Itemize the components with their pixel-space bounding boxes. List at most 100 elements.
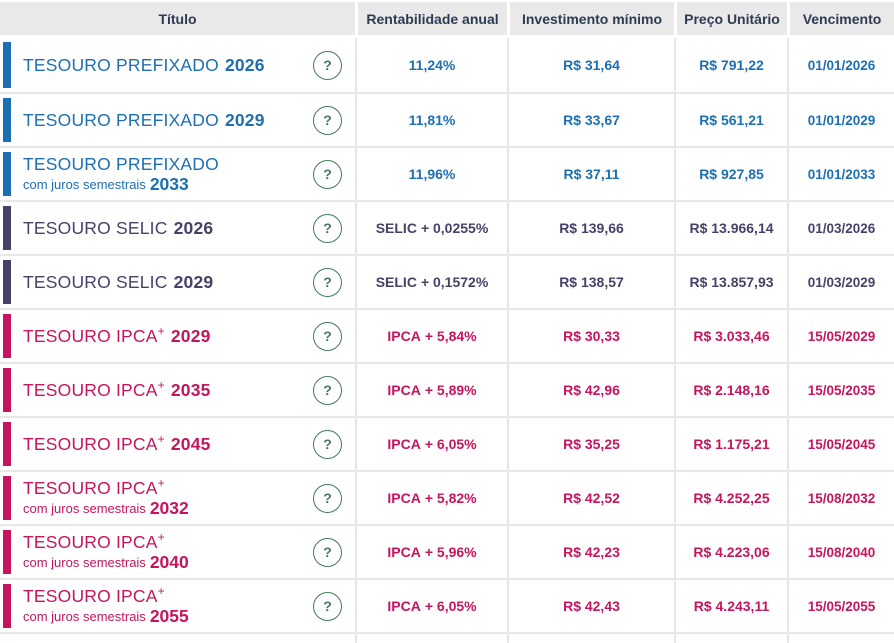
unit-price-cell: R$ 13.966,14 bbox=[674, 202, 787, 254]
annual-rate-cell: 11,96% bbox=[355, 148, 507, 200]
unit-price-cell: R$ 3.033,46 bbox=[674, 310, 787, 362]
bond-title-line2: com juros semestrais 2055 bbox=[23, 607, 303, 626]
help-icon[interactable]: ? bbox=[313, 483, 342, 513]
min-investment-cell: R$ 42,96 bbox=[507, 364, 674, 416]
unit-price-cell: R$ 4.223,06 bbox=[674, 526, 787, 578]
bond-year-line2: 2055 bbox=[149, 606, 189, 626]
help-icon[interactable]: ? bbox=[313, 375, 342, 405]
bond-title-text: TESOURO PREFIXADO 2029 bbox=[23, 110, 303, 131]
question-mark-glyph: ? bbox=[323, 274, 332, 290]
min-investment-cell: R$ 31,64 bbox=[507, 38, 674, 92]
min-investment-cell: R$ 30,33 bbox=[507, 310, 674, 362]
cell-maturity-partial bbox=[787, 634, 894, 643]
maturity-value: 01/01/2026 bbox=[807, 57, 876, 73]
bond-title-text: TESOURO SELIC 2029 bbox=[23, 272, 303, 293]
bond-subtitle: com juros semestrais bbox=[23, 555, 146, 570]
bond-title-line1: TESOURO IPCA+ bbox=[23, 531, 303, 553]
question-mark-glyph: ? bbox=[323, 112, 332, 128]
bond-price-table: Título Rentabilidade anual Investimento … bbox=[0, 0, 894, 643]
annual-rate-cell: IPCA + 5,84% bbox=[355, 310, 507, 362]
help-icon[interactable]: ? bbox=[313, 105, 342, 135]
table-row[interactable]: TESOURO IPCA+ 2035 ? IPCA + 5,89% R$ 42,96… bbox=[0, 362, 894, 416]
bond-name: TESOURO PREFIXADO bbox=[23, 109, 219, 130]
question-mark-glyph: ? bbox=[323, 490, 332, 506]
bond-title-line1: TESOURO PREFIXADO 2026 bbox=[23, 55, 303, 76]
table-row[interactable]: TESOURO SELIC 2029 ? SELIC + 0,1572% R$ 13… bbox=[0, 254, 894, 308]
maturity-cell: 15/08/2032 bbox=[787, 472, 894, 524]
bond-name: TESOURO IPCA bbox=[23, 433, 158, 454]
bond-plus-superscript: + bbox=[157, 323, 165, 338]
unit-price-value: R$ 3.033,46 bbox=[693, 328, 770, 344]
table-row[interactable]: TESOURO SELIC 2026 ? SELIC + 0,0255% R$ 13… bbox=[0, 200, 894, 254]
bond-title-text: TESOURO IPCA+ 2045 bbox=[23, 431, 303, 455]
maturity-cell: 15/05/2045 bbox=[787, 418, 894, 470]
question-mark-glyph: ? bbox=[323, 544, 332, 560]
rate-prefix: IPCA bbox=[387, 490, 421, 506]
table-row[interactable]: TESOURO PREFIXADO 2029 ? 11,81% R$ 33,67 … bbox=[0, 92, 894, 146]
bond-color-bar bbox=[3, 584, 11, 628]
bond-subtitle: com juros semestrais bbox=[23, 501, 146, 516]
cell-price-partial bbox=[674, 634, 787, 643]
help-icon[interactable]: ? bbox=[313, 321, 342, 351]
bond-title-cell: TESOURO IPCA+ 2035 ? bbox=[0, 364, 355, 416]
help-icon[interactable]: ? bbox=[313, 429, 342, 459]
min-investment-value: R$ 42,96 bbox=[563, 382, 620, 398]
col-header-titulo: Título bbox=[0, 2, 355, 35]
bond-title-cell: TESOURO PREFIXADO 2029 ? bbox=[0, 94, 355, 146]
maturity-cell: 15/05/2035 bbox=[787, 364, 894, 416]
help-icon[interactable]: ? bbox=[313, 591, 342, 621]
bond-title-cell: TESOURO IPCA+ 2029 ? bbox=[0, 310, 355, 362]
rate-prefix: IPCA bbox=[387, 382, 421, 398]
min-investment-cell: R$ 35,25 bbox=[507, 418, 674, 470]
annual-rate-cell: 11,81% bbox=[355, 94, 507, 146]
bond-color-bar bbox=[3, 368, 11, 412]
bond-title-cell: TESOURO IPCA+ com juros semestrais 2032 ? bbox=[0, 472, 355, 524]
table-row[interactable]: TESOURO IPCA+ 2045 ? IPCA + 6,05% R$ 35,25… bbox=[0, 416, 894, 470]
annual-rate-cell: SELIC + 0,1572% bbox=[355, 256, 507, 308]
table-row[interactable]: TESOURO IPCA+ com juros semestrais 2032 ?… bbox=[0, 470, 894, 524]
col-header-rentabilidade: Rentabilidade anual bbox=[355, 2, 507, 35]
unit-price-cell: R$ 2.148,16 bbox=[674, 364, 787, 416]
cell-title-partial bbox=[0, 634, 355, 643]
help-icon[interactable]: ? bbox=[313, 159, 342, 189]
min-investment-value: R$ 31,64 bbox=[563, 57, 620, 73]
annual-rate-cell: IPCA + 6,05% bbox=[355, 580, 507, 632]
min-investment-value: R$ 42,23 bbox=[563, 544, 620, 560]
min-investment-value: R$ 37,11 bbox=[563, 166, 620, 182]
bond-title-text: TESOURO PREFIXADO 2026 bbox=[23, 55, 303, 76]
bond-year-line1: 2026 bbox=[224, 54, 265, 75]
table-row[interactable]: TESOURO PREFIXADO com juros semestrais 20… bbox=[0, 146, 894, 200]
bond-title-text: TESOURO SELIC 2026 bbox=[23, 218, 303, 239]
bond-title-text: TESOURO IPCA+ com juros semestrais 2055 bbox=[23, 585, 303, 626]
bond-subtitle: com juros semestrais bbox=[23, 177, 146, 192]
bond-color-bar bbox=[3, 422, 11, 466]
help-icon[interactable]: ? bbox=[313, 50, 342, 80]
help-icon[interactable]: ? bbox=[313, 537, 342, 567]
help-icon[interactable]: ? bbox=[313, 213, 342, 243]
table-row[interactable]: TESOURO IPCA+ com juros semestrais 2040 ?… bbox=[0, 524, 894, 578]
question-mark-glyph: ? bbox=[323, 598, 332, 614]
table-row[interactable]: TESOURO IPCA+ 2029 ? IPCA + 5,84% R$ 30,33… bbox=[0, 308, 894, 362]
help-icon[interactable]: ? bbox=[313, 267, 342, 297]
table-row[interactable]: TESOURO IPCA+ com juros semestrais 2055 ?… bbox=[0, 578, 894, 632]
bond-year-line2: 2040 bbox=[149, 552, 189, 572]
bond-title-cell: TESOURO PREFIXADO com juros semestrais 20… bbox=[0, 148, 355, 200]
question-mark-glyph: ? bbox=[323, 166, 332, 182]
table-row[interactable]: TESOURO PREFIXADO 2026 ? 11,24% R$ 31,64 … bbox=[0, 38, 894, 92]
rate-value: + 5,84% bbox=[424, 328, 477, 344]
maturity-value: 01/01/2033 bbox=[807, 166, 876, 182]
maturity-value: 15/05/2035 bbox=[807, 382, 876, 398]
min-investment-value: R$ 35,25 bbox=[563, 436, 620, 452]
unit-price-value: R$ 2.148,16 bbox=[693, 382, 770, 398]
unit-price-cell: R$ 1.175,21 bbox=[674, 418, 787, 470]
bond-name: TESOURO SELIC bbox=[23, 217, 168, 238]
bond-subtitle: com juros semestrais bbox=[23, 609, 146, 624]
bond-plus-superscript: + bbox=[157, 431, 165, 446]
rate-prefix: IPCA bbox=[387, 436, 421, 452]
question-mark-glyph: ? bbox=[323, 436, 332, 452]
bond-year-line2: 2032 bbox=[149, 498, 189, 518]
bond-year-line1: 2035 bbox=[170, 379, 211, 400]
bond-title-text: TESOURO IPCA+ com juros semestrais 2040 bbox=[23, 531, 303, 572]
bond-title-text: TESOURO IPCA+ com juros semestrais 2032 bbox=[23, 477, 303, 518]
min-investment-cell: R$ 139,66 bbox=[507, 202, 674, 254]
